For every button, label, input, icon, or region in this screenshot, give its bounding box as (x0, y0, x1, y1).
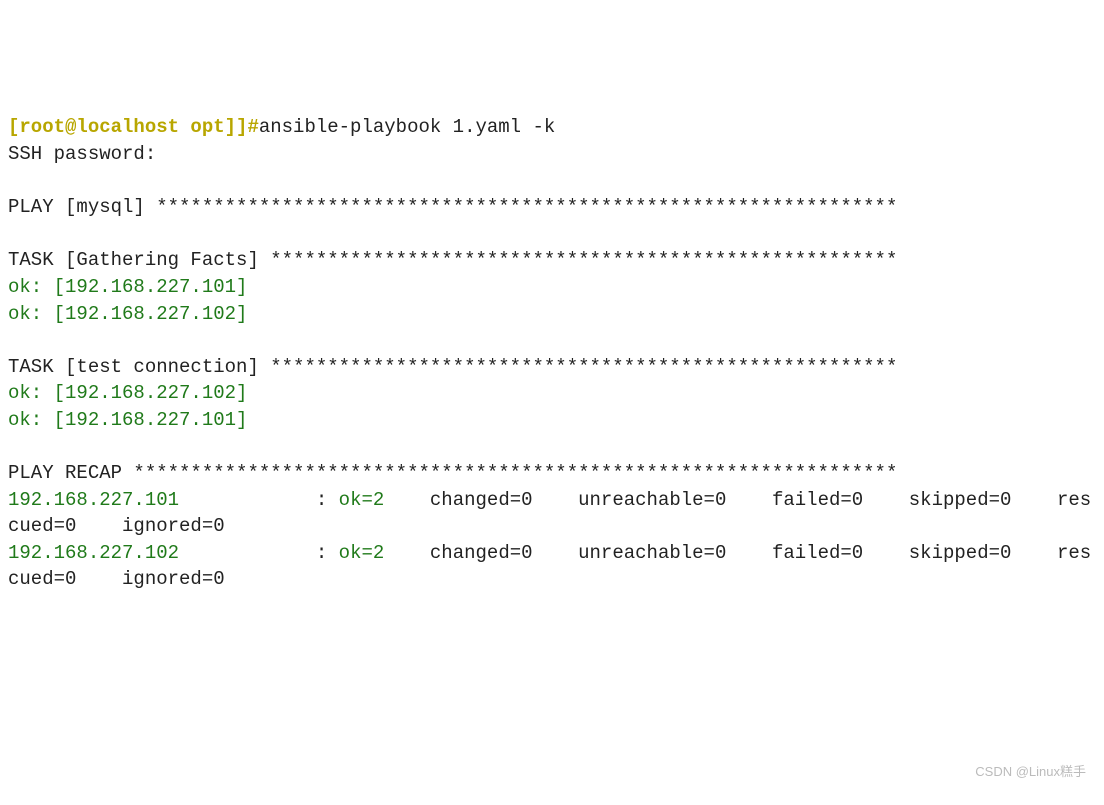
terminal-output: [root@localhost opt]]#ansible-playbook 1… (8, 114, 1096, 593)
play-header: PLAY [mysql] ***************************… (8, 196, 897, 218)
recap-host-2-sep: : (179, 542, 339, 564)
recap-host-2: 192.168.227.102 (8, 542, 179, 564)
task2-result-2: ok: [192.168.227.101] (8, 409, 247, 431)
recap-host-2-ok: ok=2 (339, 542, 419, 564)
shell-prompt: [root@localhost opt]]# (8, 116, 259, 138)
shell-command: ansible-playbook 1.yaml -k (259, 116, 555, 138)
task1-result-1: ok: [192.168.227.101] (8, 276, 247, 298)
task1-result-2: ok: [192.168.227.102] (8, 303, 247, 325)
ssh-password-prompt: SSH password: (8, 143, 156, 165)
task2-result-1: ok: [192.168.227.102] (8, 382, 247, 404)
recap-host-1: 192.168.227.101 (8, 489, 179, 511)
recap-host-1-ok: ok=2 (339, 489, 419, 511)
task-test-connection-header: TASK [test connection] *****************… (8, 356, 897, 378)
recap-host-1-sep: : (179, 489, 339, 511)
play-recap-header: PLAY RECAP *****************************… (8, 462, 897, 484)
watermark: CSDN @Linux糕手 (975, 763, 1086, 781)
task-gathering-facts-header: TASK [Gathering Facts] *****************… (8, 249, 897, 271)
